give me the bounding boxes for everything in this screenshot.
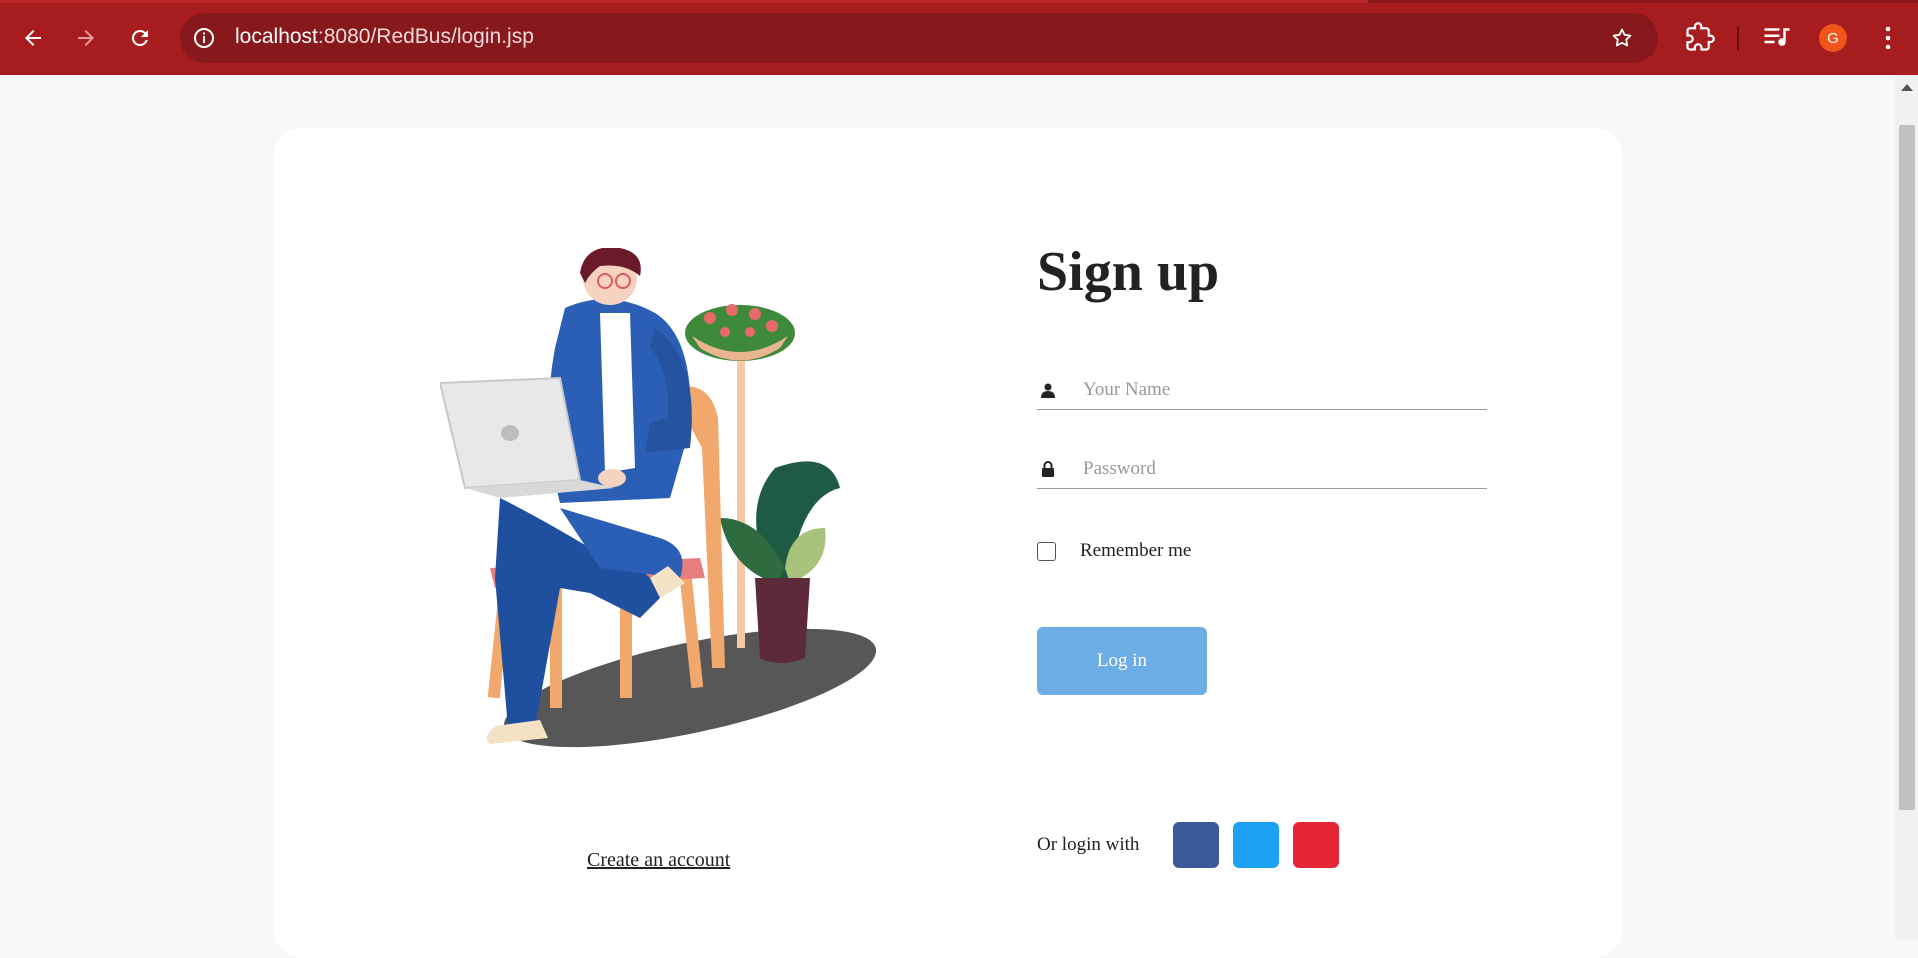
forward-button[interactable] (66, 18, 106, 58)
reload-icon (131, 29, 148, 46)
name-input[interactable] (1081, 375, 1485, 405)
url-host: localhost (235, 25, 318, 48)
lock-icon (1042, 461, 1054, 477)
google-login-button[interactable] (1293, 822, 1339, 868)
create-account-link[interactable]: Create an account (587, 849, 730, 872)
remember-me-label: Remember me (1080, 540, 1192, 561)
toolbar-divider (1737, 26, 1739, 50)
profile-avatar[interactable]: G (1819, 24, 1847, 52)
remember-me-checkbox[interactable] (1037, 541, 1056, 561)
url-path: :8080/RedBus/login.jsp (317, 25, 534, 48)
info-icon[interactable] (192, 26, 216, 50)
remember-me-row[interactable]: Remember me (1037, 540, 1191, 562)
social-login-label: Or login with (1037, 834, 1140, 855)
password-field[interactable] (1037, 448, 1487, 489)
twitter-login-button[interactable] (1233, 822, 1279, 868)
bookmark-star-icon[interactable] (1610, 26, 1634, 50)
page-scrollbar[interactable] (1895, 75, 1918, 940)
password-input[interactable] (1081, 454, 1485, 484)
media-control-icon[interactable] (1762, 22, 1792, 52)
page-title: Sign up (1037, 241, 1220, 303)
facebook-login-button[interactable] (1173, 822, 1219, 868)
url-text[interactable]: localhost:8080/RedBus/login.jsp (235, 25, 534, 49)
reload-button[interactable] (120, 18, 160, 58)
browser-toolbar: localhost:8080/RedBus/login.jsp G (0, 0, 1918, 75)
arrow-left-icon (25, 30, 41, 46)
active-tab-edge (0, 0, 1368, 3)
back-button[interactable] (13, 18, 53, 58)
user-icon (1041, 383, 1055, 398)
scroll-up-icon[interactable] (1901, 84, 1913, 91)
extensions-puzzle-icon[interactable] (1685, 22, 1715, 52)
login-button[interactable]: Log in (1037, 627, 1207, 695)
more-vert-icon[interactable] (1876, 22, 1900, 54)
address-bar[interactable]: localhost:8080/RedBus/login.jsp (180, 13, 1658, 63)
arrow-right-icon (78, 30, 94, 46)
person-with-laptop-illustration (440, 248, 877, 748)
scrollbar-thumb[interactable] (1899, 125, 1915, 810)
name-field[interactable] (1037, 369, 1487, 410)
